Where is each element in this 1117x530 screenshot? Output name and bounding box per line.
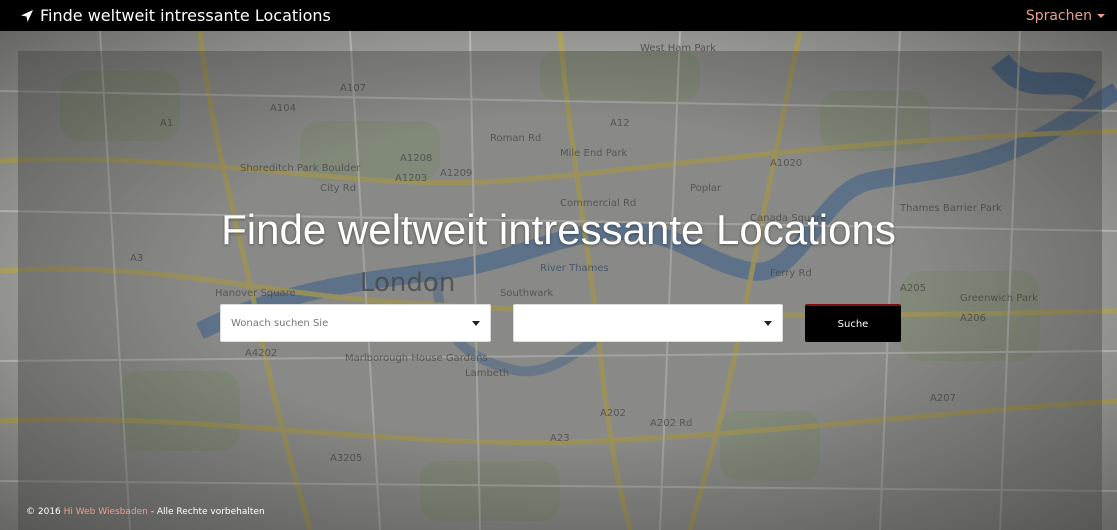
chevron-down-icon <box>1097 13 1105 18</box>
chevron-down-icon <box>764 320 772 326</box>
brand-link[interactable]: Finde weltweit intressante Locations <box>20 6 331 25</box>
hero-title: Finde weltweit intressante Locations <box>221 206 896 253</box>
language-dropdown[interactable]: Sprachen <box>1026 8 1105 24</box>
what-search-placeholder: Wonach suchen Sie <box>231 317 329 329</box>
hero-overlay <box>18 51 1102 530</box>
what-search-select[interactable]: Wonach suchen Sie <box>220 304 491 342</box>
footer-copyright-text: © 2016 <box>26 507 61 517</box>
location-arrow-icon <box>20 9 34 23</box>
where-search-select[interactable] <box>513 304 783 342</box>
footer-copyright: © 2016 Hi Web Wiesbaden - Alle Rechte vo… <box>26 507 265 517</box>
brand-title: Finde weltweit intressante Locations <box>40 6 331 25</box>
top-navbar: Finde weltweit intressante Locations Spr… <box>0 0 1117 31</box>
chevron-down-icon <box>472 320 480 326</box>
search-button[interactable]: Suche <box>805 304 901 342</box>
footer-company-link[interactable]: Hi Web Wiesbaden <box>64 507 148 517</box>
footer-rights-text: - Alle Rechte vorbehalten <box>150 507 265 517</box>
language-label: Sprachen <box>1025 7 1092 24</box>
